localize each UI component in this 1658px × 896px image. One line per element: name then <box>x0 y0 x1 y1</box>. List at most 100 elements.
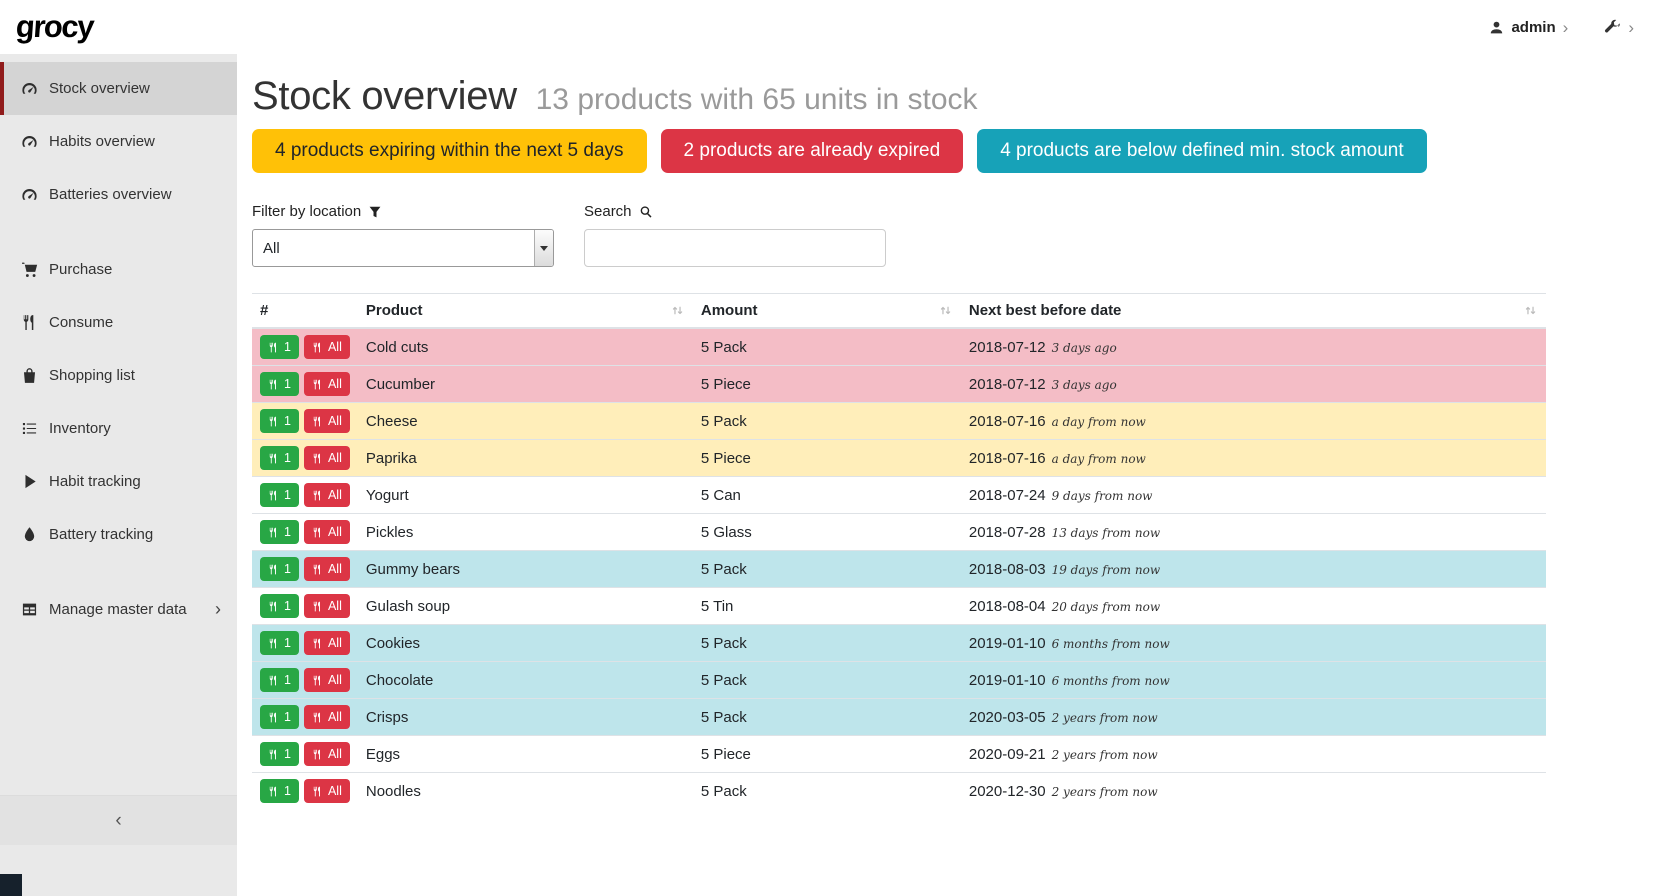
alert-danger-button[interactable]: 2 products are already expired <box>661 129 964 173</box>
consume-all-button[interactable]: All <box>304 631 350 655</box>
utensils-icon <box>312 416 323 427</box>
consume-all-button[interactable]: All <box>304 409 350 433</box>
top-header: grocy admin › › <box>0 0 1658 54</box>
best-before-date: 2018-07-12 <box>969 376 1046 393</box>
date-relative-note: 2 years from now <box>1052 785 1158 799</box>
sidebar-item-stock-overview[interactable]: Stock overview <box>0 62 237 115</box>
sidebar-item-consume[interactable]: Consume <box>0 296 237 349</box>
consume-all-button-label: All <box>328 599 342 613</box>
location-select[interactable]: All <box>252 229 554 267</box>
consume-one-button[interactable]: 1 <box>260 779 299 803</box>
product-amount: 5 Piece <box>693 440 961 477</box>
consume-all-button[interactable]: All <box>304 668 350 692</box>
utensils-icon <box>312 527 323 538</box>
consume-one-button[interactable]: 1 <box>260 446 299 470</box>
sidebar-item-label: Battery tracking <box>49 526 153 543</box>
consume-all-button[interactable]: All <box>304 742 350 766</box>
date-relative-note: a day from now <box>1052 415 1146 429</box>
utensils-icon <box>312 453 323 464</box>
consume-all-button[interactable]: All <box>304 557 350 581</box>
utensils-icon <box>312 786 323 797</box>
column-header-next-best-before-date[interactable]: Next best before date <box>961 294 1546 329</box>
settings-menu[interactable]: › <box>1604 19 1634 36</box>
table-row: 1AllCrisps5 Pack2020-03-052 years from n… <box>252 699 1546 736</box>
utensils-icon <box>268 786 279 797</box>
date-relative-note: 2 years from now <box>1052 748 1158 762</box>
consume-one-button-label: 1 <box>284 673 291 687</box>
alert-info-button[interactable]: 4 products are below defined min. stock … <box>977 129 1426 173</box>
sidebar-collapse-button[interactable]: ‹ <box>0 795 237 845</box>
consume-all-button[interactable]: All <box>304 779 350 803</box>
sidebar-item-inventory[interactable]: Inventory <box>0 402 237 455</box>
date-relative-note: 20 days from now <box>1052 600 1161 614</box>
consume-all-button[interactable]: All <box>304 483 350 507</box>
alerts-row: 4 products expiring within the next 5 da… <box>252 129 1546 173</box>
consume-all-button[interactable]: All <box>304 705 350 729</box>
product-name: Gummy bears <box>358 551 693 588</box>
column-header-product[interactable]: Product <box>358 294 693 329</box>
consume-one-button[interactable]: 1 <box>260 557 299 581</box>
sidebar-nav: Stock overview Habits overviewBatteries o… <box>0 62 237 636</box>
consume-one-button[interactable]: 1 <box>260 409 299 433</box>
sidebar-item-batteries-overview[interactable]: Batteries overview <box>0 168 237 221</box>
utensils-icon <box>312 601 323 612</box>
sidebar-item-habits-overview[interactable]: Habits overview <box>0 115 237 168</box>
sidebar-item-shopping-list[interactable]: Shopping list <box>0 349 237 402</box>
consume-one-button[interactable]: 1 <box>260 705 299 729</box>
page-title: Stock overview <box>252 74 517 118</box>
sidebar-item-label: Inventory <box>49 420 111 437</box>
location-select-value: All <box>263 240 280 257</box>
column-label: Next best before date <box>969 302 1122 319</box>
consume-one-button[interactable]: 1 <box>260 742 299 766</box>
sidebar-item-purchase[interactable]: Purchase <box>0 243 237 296</box>
stock-table: #ProductAmountNext best before date 1All… <box>252 293 1546 809</box>
sidebar-item-habit-tracking[interactable]: Habit tracking <box>0 455 237 508</box>
product-amount: 5 Can <box>693 477 961 514</box>
utensils-icon <box>312 490 323 501</box>
column-header-amount[interactable]: Amount <box>693 294 961 329</box>
select-dropdown-arrow-icon <box>534 230 553 266</box>
consume-one-button-label: 1 <box>284 599 291 613</box>
search-input[interactable] <box>584 229 886 267</box>
table-row: 1AllChocolate5 Pack2019-01-106 months fr… <box>252 662 1546 699</box>
utensils-icon <box>268 416 279 427</box>
best-before-date: 2018-08-04 <box>969 598 1046 615</box>
consume-one-button[interactable]: 1 <box>260 372 299 396</box>
utensils-icon <box>268 379 279 390</box>
app-logo[interactable]: grocy <box>15 9 94 45</box>
consume-one-button[interactable]: 1 <box>260 668 299 692</box>
consume-all-button[interactable]: All <box>304 446 350 470</box>
consume-one-button[interactable]: 1 <box>260 483 299 507</box>
best-before-date: 2019-01-10 <box>969 635 1046 652</box>
product-amount: 5 Pack <box>693 699 961 736</box>
consume-all-button[interactable]: All <box>304 520 350 544</box>
user-menu[interactable]: admin › <box>1489 19 1568 36</box>
grid-icon <box>21 601 38 618</box>
consume-all-button[interactable]: All <box>304 335 350 359</box>
date-relative-note: a day from now <box>1052 452 1146 466</box>
gauge-icon <box>21 80 38 97</box>
consume-one-button[interactable]: 1 <box>260 520 299 544</box>
product-name: Pickles <box>358 514 693 551</box>
sidebar-item-battery-tracking[interactable]: Battery tracking <box>0 508 237 561</box>
gauge-icon <box>21 186 38 203</box>
consume-one-button[interactable]: 1 <box>260 631 299 655</box>
alert-warning-button[interactable]: 4 products expiring within the next 5 da… <box>252 129 647 173</box>
consume-one-button[interactable]: 1 <box>260 594 299 618</box>
consume-one-button-label: 1 <box>284 747 291 761</box>
date-relative-note: 2 years from now <box>1052 711 1158 725</box>
play-icon <box>21 473 38 490</box>
product-amount: 5 Glass <box>693 514 961 551</box>
consume-all-button[interactable]: All <box>304 372 350 396</box>
product-amount: 5 Pack <box>693 773 961 810</box>
column-label: Amount <box>701 302 758 319</box>
consume-one-button-label: 1 <box>284 488 291 502</box>
date-relative-note: 19 days from now <box>1052 563 1161 577</box>
sidebar-item-label: Shopping list <box>49 367 135 384</box>
consume-all-button-label: All <box>328 340 342 354</box>
sidebar-item-manage-master-data[interactable]: Manage master data› <box>0 583 237 636</box>
consume-one-button[interactable]: 1 <box>260 335 299 359</box>
sidebar-item-label: Stock overview <box>49 80 150 97</box>
consume-all-button[interactable]: All <box>304 594 350 618</box>
date-relative-note: 3 days ago <box>1052 341 1117 355</box>
